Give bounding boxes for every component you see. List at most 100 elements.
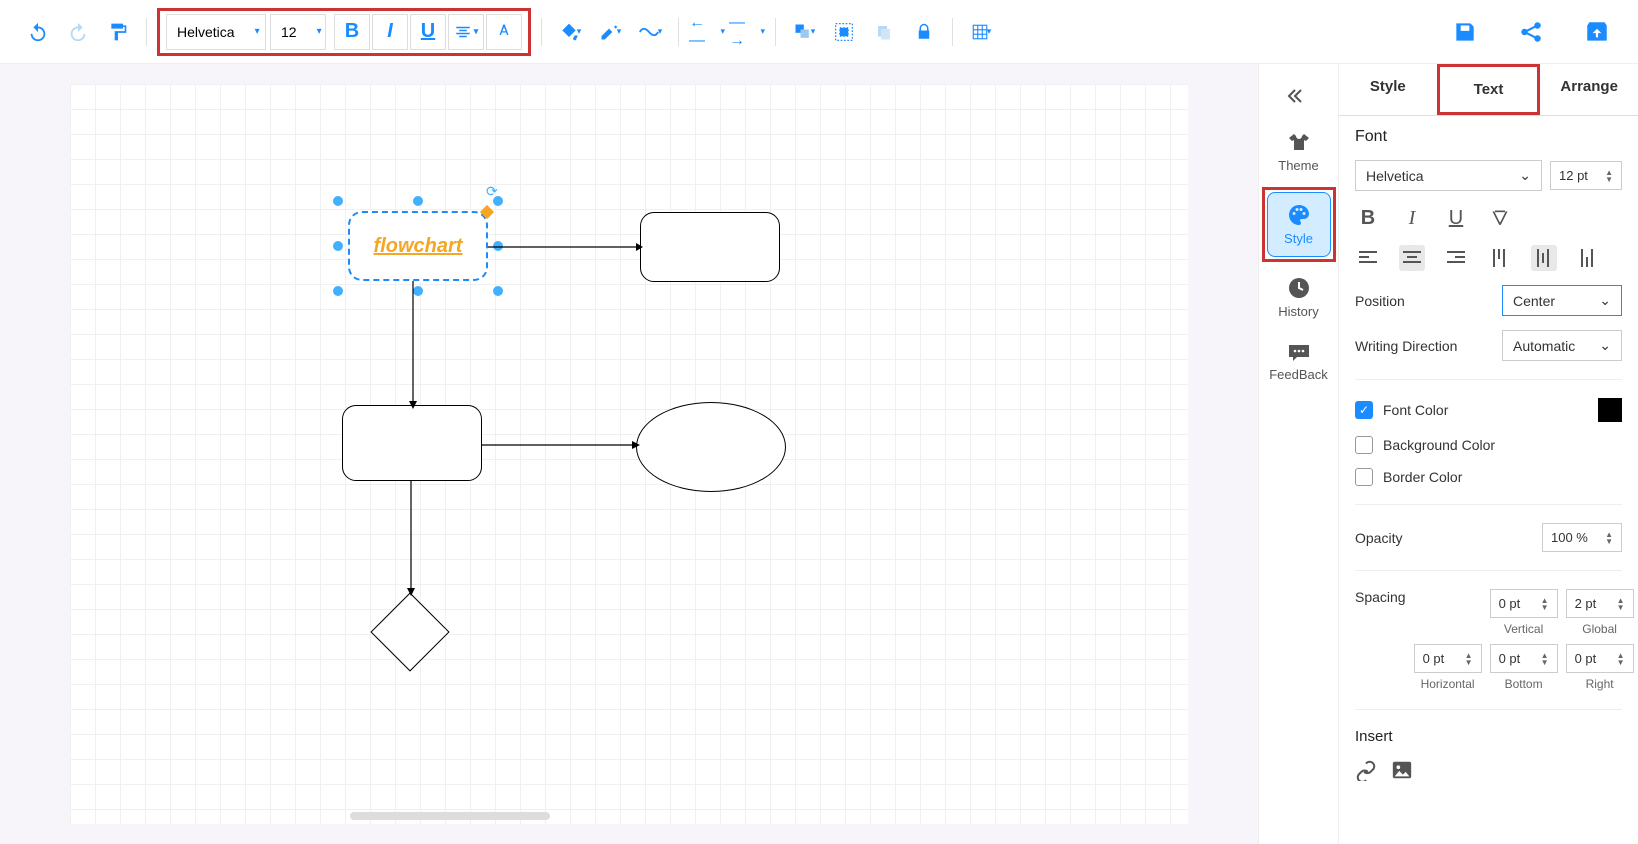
panel-font-size-input[interactable]: 12 pt ▲▼ [1550, 161, 1622, 190]
italic-toggle[interactable]: I [1399, 205, 1425, 231]
align-left-button[interactable] [1355, 245, 1381, 271]
spacing-bottom-value: 0 pt [1499, 651, 1521, 666]
background-color-checkbox[interactable] [1355, 436, 1373, 454]
valign-bottom-button[interactable] [1575, 245, 1601, 271]
spinner-icon[interactable]: ▲▼ [1541, 652, 1549, 666]
spinner-icon[interactable]: ▲▼ [1465, 652, 1473, 666]
sidebar-item-feedback[interactable]: FeedBack [1267, 333, 1331, 392]
bold-button[interactable]: B [334, 14, 370, 50]
stroke-button[interactable]: ▾ [592, 14, 628, 50]
arrow-connector[interactable] [405, 481, 417, 596]
lock-button[interactable] [906, 14, 942, 50]
undo-button[interactable] [20, 14, 56, 50]
flowchart-shape-1[interactable]: flowchart [348, 211, 488, 281]
grid-button[interactable]: ▾ [963, 14, 999, 50]
align-center-button[interactable] [1399, 245, 1425, 271]
sidebar-item-history[interactable]: History [1267, 266, 1331, 329]
caret-icon: ▾ [760, 26, 765, 37]
spacing-global-input[interactable]: 2 pt▲▼ [1566, 589, 1634, 618]
arrow-connector[interactable] [488, 242, 643, 252]
clock-icon [1287, 276, 1311, 300]
arrow-start-button[interactable]: ←—▾ [689, 14, 725, 50]
font-family-select[interactable]: Helvetica ▾ [166, 14, 266, 50]
strikethrough-toggle[interactable] [1487, 205, 1513, 231]
format-painter-button[interactable] [100, 14, 136, 50]
arrow-end-button[interactable]: —→▾ [729, 14, 765, 50]
resize-handle[interactable] [333, 241, 343, 251]
align-right-button[interactable] [1443, 245, 1469, 271]
resize-handle[interactable] [493, 196, 503, 206]
text-style-icons: B I U [1355, 205, 1622, 231]
sidebar-item-style[interactable]: Style [1267, 192, 1331, 257]
chevron-down-icon: ⌄ [1599, 337, 1611, 354]
spacing-bottom-input[interactable]: 0 pt ▲▼ [1490, 644, 1558, 673]
resize-handle[interactable] [413, 196, 423, 206]
share-button[interactable] [1510, 14, 1552, 50]
spacing-horizontal-input[interactable]: 0 pt▲▼ [1414, 644, 1482, 673]
flowchart-shape-3[interactable] [342, 405, 482, 481]
upload-button[interactable] [1576, 14, 1618, 50]
select-all-button[interactable] [826, 14, 862, 50]
spacing-grid-wrapper: 0 pt▲▼ Vertical 2 pt▲▼ Global 0 pt▲▼ Hor… [1414, 589, 1634, 691]
spacing-bottom-label: Bottom [1505, 677, 1543, 691]
chevron-down-icon: ⌄ [1599, 292, 1611, 309]
opacity-input[interactable]: 100 % ▲▼ [1542, 523, 1622, 552]
collapse-panel-icon[interactable] [1259, 76, 1338, 116]
separator [541, 18, 542, 46]
spacing-vertical-input[interactable]: 0 pt▲▼ [1490, 589, 1558, 618]
properties-panel: Style Text Arrange Font Helvetica ⌄ 12 p… [1338, 64, 1638, 844]
arrow-connector[interactable] [407, 281, 419, 409]
connector-button[interactable]: ▾ [632, 14, 668, 50]
canvas[interactable]: ⟳ flowchart [70, 84, 1188, 824]
caret-icon: ▾ [474, 26, 479, 37]
writing-direction-select[interactable]: Automatic ⌄ [1502, 330, 1622, 361]
insert-image-button[interactable] [1391, 759, 1413, 781]
position-select[interactable]: Center ⌄ [1502, 285, 1622, 316]
panel-tabs: Style Text Arrange [1339, 64, 1638, 116]
align-button[interactable]: ▾ [448, 14, 484, 50]
bold-toggle[interactable]: B [1355, 205, 1381, 231]
underline-toggle[interactable]: U [1443, 205, 1469, 231]
separator [952, 18, 953, 46]
panel-font-family-select[interactable]: Helvetica ⌄ [1355, 160, 1542, 191]
horizontal-scrollbar[interactable] [350, 812, 550, 820]
italic-button[interactable]: I [372, 14, 408, 50]
save-button[interactable] [1444, 14, 1486, 50]
valign-middle-button[interactable] [1531, 245, 1557, 271]
text-color-button[interactable] [486, 14, 522, 50]
font-color-checkbox[interactable]: ✓ [1355, 401, 1373, 419]
flowchart-ellipse[interactable] [636, 402, 786, 492]
resize-handle[interactable] [493, 286, 503, 296]
spinner-icon[interactable]: ▲▼ [1617, 597, 1625, 611]
spinner-icon[interactable]: ▲▼ [1617, 652, 1625, 666]
sidebar-item-theme[interactable]: Theme [1267, 120, 1331, 183]
redo-button[interactable] [60, 14, 96, 50]
resize-handle[interactable] [333, 196, 343, 206]
spinner-icon[interactable]: ▲▼ [1605, 169, 1613, 183]
flowchart-diamond[interactable] [370, 592, 449, 671]
border-color-checkbox[interactable] [1355, 468, 1373, 486]
selection-group: ⟳ flowchart [338, 201, 498, 291]
position-label: Position [1355, 293, 1405, 309]
tab-arrange[interactable]: Arrange [1540, 64, 1638, 115]
insert-icons [1355, 759, 1622, 781]
flowchart-shape-2[interactable] [640, 212, 780, 282]
copy-button[interactable] [866, 14, 902, 50]
spacing-right-input[interactable]: 0 pt▲▼ [1566, 644, 1634, 673]
insert-link-button[interactable] [1355, 759, 1377, 781]
arrange-button[interactable]: ▾ [786, 14, 822, 50]
tab-style[interactable]: Style [1339, 64, 1437, 115]
spacing-global-cell: 2 pt▲▼ Global [1566, 589, 1634, 636]
spinner-icon[interactable]: ▲▼ [1605, 531, 1613, 545]
arrow-connector[interactable] [482, 440, 640, 450]
tab-text[interactable]: Text [1437, 64, 1541, 115]
resize-handle[interactable] [333, 286, 343, 296]
caret-icon: ▾ [720, 26, 725, 37]
font-size-select[interactable]: 12 ▾ [270, 14, 326, 50]
spinner-icon[interactable]: ▲▼ [1541, 597, 1549, 611]
valign-top-button[interactable] [1487, 245, 1513, 271]
font-color-swatch[interactable] [1598, 398, 1622, 422]
fill-button[interactable]: ▾ [552, 14, 588, 50]
underline-button[interactable]: U [410, 14, 446, 50]
caret-icon: ▾ [617, 26, 622, 37]
